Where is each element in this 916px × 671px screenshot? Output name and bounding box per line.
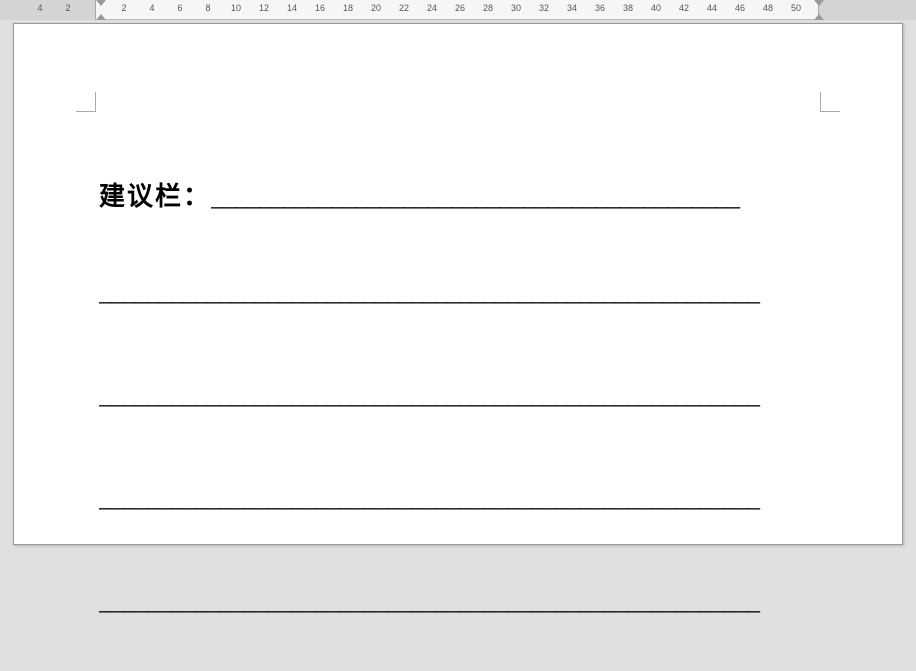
horizontal-ruler[interactable]: 4 2 2 4 6 8 10 12 14 16 18 20 22 24 26 2… [0,0,916,20]
ruler-tick: 50 [791,3,801,13]
ruler-tick: 32 [539,3,549,13]
ruler-tick: 20 [371,3,381,13]
ruler-tick: 38 [623,3,633,13]
ruler-tick: 4 [37,3,42,13]
underline-full: ________________________________________… [99,362,817,427]
ruler-tick: 22 [399,3,409,13]
right-indent-bottom-icon [814,14,824,20]
ruler-tick: 46 [735,3,745,13]
hanging-indent-icon [96,14,106,20]
ruler-tick: 24 [427,3,437,13]
underline-full: ________________________________________… [99,465,817,530]
right-indent-marker[interactable] [814,0,824,20]
ruler-tick: 26 [455,3,465,13]
underline-fill: ________________________________________… [211,164,817,229]
ruler-tick: 48 [763,3,773,13]
ruler-tick: 30 [511,3,521,13]
margin-corner-top-left [76,92,96,112]
ruler-tick: 28 [483,3,493,13]
ruler-tick: 42 [679,3,689,13]
margin-corner-top-right [820,92,840,112]
ruler-tick: 18 [343,3,353,13]
ruler-tick: 14 [287,3,297,13]
suggestion-heading-line: 建议栏： ___________________________________… [99,164,817,229]
left-indent-marker[interactable] [96,0,106,20]
ruler-tick: 12 [259,3,269,13]
ruler-tick: 36 [595,3,605,13]
underline-full: ________________________________________… [99,259,817,324]
ruler-tick: 40 [651,3,661,13]
ruler-tick: 8 [205,3,210,13]
ruler-tick: 4 [149,3,154,13]
document-body[interactable]: 建议栏： ___________________________________… [99,164,817,671]
suggestion-heading-label: 建议栏： [99,164,211,229]
ruler-numbers: 4 2 2 4 6 8 10 12 14 16 18 20 22 24 26 2… [0,0,916,20]
ruler-tick: 10 [231,3,241,13]
ruler-tick: 2 [65,3,70,13]
ruler-tick: 2 [121,3,126,13]
ruler-tick: 44 [707,3,717,13]
ruler-tick: 16 [315,3,325,13]
underline-full: ________________________________________… [99,568,817,633]
ruler-tick: 6 [177,3,182,13]
document-page[interactable]: 建议栏： ___________________________________… [13,23,903,545]
ruler-tick: 34 [567,3,577,13]
right-indent-top-icon [814,0,824,6]
first-line-indent-icon [96,0,106,6]
